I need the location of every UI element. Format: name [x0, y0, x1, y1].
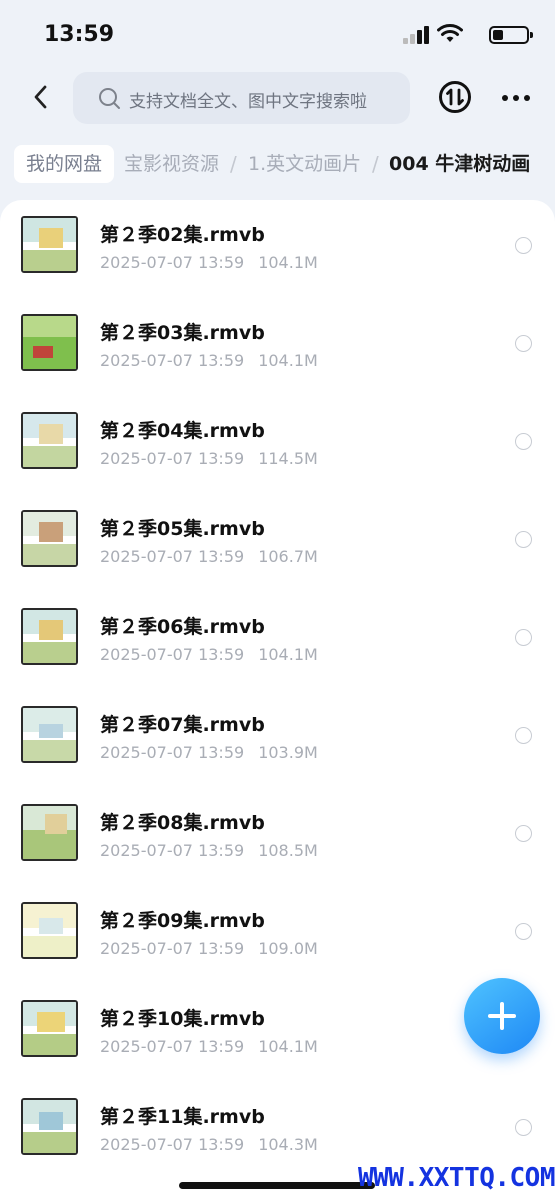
list-item[interactable]: 第２季06集.rmvb 2025-07-07 13:59 104.1M: [0, 592, 555, 690]
top-bar: 支持文档全文、图中文字搜索啦: [0, 70, 555, 126]
list-item[interactable]: 第２季05集.rmvb 2025-07-07 13:59 106.7M: [0, 494, 555, 592]
back-icon[interactable]: [26, 82, 56, 112]
video-thumbnail: [21, 510, 78, 567]
search-input[interactable]: 支持文档全文、图中文字搜索啦: [73, 72, 410, 124]
select-checkbox[interactable]: [515, 727, 532, 744]
file-date: 2025-07-07 13:59: [100, 1135, 245, 1154]
select-checkbox[interactable]: [515, 237, 532, 254]
search-icon: [99, 88, 120, 109]
file-name: 第２季07集.rmvb: [100, 714, 265, 736]
file-meta: 2025-07-07 13:59 104.1M: [100, 1037, 318, 1056]
file-date: 2025-07-07 13:59: [100, 645, 245, 664]
file-name: 第２季10集.rmvb: [100, 1008, 265, 1030]
status-time: 13:59: [44, 22, 115, 47]
breadcrumb-current: 004 牛津树动画: [389, 153, 531, 175]
file-size: 104.1M: [258, 351, 318, 370]
file-name: 第２季02集.rmvb: [100, 224, 265, 246]
video-thumbnail: [21, 608, 78, 665]
file-date: 2025-07-07 13:59: [100, 939, 245, 958]
video-thumbnail: [21, 314, 78, 371]
search-placeholder: 支持文档全文、图中文字搜索啦: [129, 92, 367, 112]
select-checkbox[interactable]: [515, 629, 532, 646]
breadcrumb-separator: /: [230, 152, 237, 176]
file-meta: 2025-07-07 13:59 103.9M: [100, 743, 318, 762]
breadcrumb-separator: /: [372, 152, 379, 176]
file-date: 2025-07-07 13:59: [100, 743, 245, 762]
file-size: 106.7M: [258, 547, 318, 566]
file-date: 2025-07-07 13:59: [100, 547, 245, 566]
file-name: 第２季08集.rmvb: [100, 812, 265, 834]
add-button[interactable]: [464, 978, 540, 1054]
video-thumbnail: [21, 804, 78, 861]
file-name: 第２季11集.rmvb: [100, 1106, 265, 1128]
file-meta: 2025-07-07 13:59 106.7M: [100, 547, 318, 566]
cellular-signal-icon: [403, 26, 429, 44]
file-name: 第２季03集.rmvb: [100, 322, 265, 344]
transfer-icon[interactable]: [438, 80, 472, 114]
file-meta: 2025-07-07 13:59 108.5M: [100, 841, 318, 860]
breadcrumb: 宝影视资源 / 1.英文动画片 / 004 牛津树动画 我的网盘: [0, 140, 555, 188]
file-date: 2025-07-07 13:59: [100, 351, 245, 370]
select-checkbox[interactable]: [515, 433, 532, 450]
battery-icon: [489, 26, 533, 44]
select-checkbox[interactable]: [515, 825, 532, 842]
breadcrumb-item[interactable]: 宝影视资源: [124, 145, 219, 183]
file-size: 104.3M: [258, 1135, 318, 1154]
file-date: 2025-07-07 13:59: [100, 841, 245, 860]
breadcrumb-item[interactable]: 1.英文动画片: [248, 145, 361, 183]
wifi-icon: [437, 24, 463, 42]
file-size: 108.5M: [258, 841, 318, 860]
file-size: 104.1M: [258, 253, 318, 272]
video-thumbnail: [21, 902, 78, 959]
file-meta: 2025-07-07 13:59 104.3M: [100, 1135, 318, 1154]
status-bar: 13:59: [0, 0, 555, 70]
list-item[interactable]: 第２季09集.rmvb 2025-07-07 13:59 109.0M: [0, 886, 555, 984]
video-thumbnail: [21, 1098, 78, 1155]
file-name: 第２季06集.rmvb: [100, 616, 265, 638]
video-thumbnail: [21, 1000, 78, 1057]
file-date: 2025-07-07 13:59: [100, 253, 245, 272]
list-item[interactable]: 第２季08集.rmvb 2025-07-07 13:59 108.5M: [0, 788, 555, 886]
select-checkbox[interactable]: [515, 1119, 532, 1136]
more-icon[interactable]: [500, 88, 532, 108]
file-size: 109.0M: [258, 939, 318, 958]
home-indicator[interactable]: [179, 1182, 375, 1189]
video-thumbnail: [21, 216, 78, 273]
list-item[interactable]: 第２季02集.rmvb 2025-07-07 13:59 104.1M: [0, 200, 555, 298]
file-size: 114.5M: [258, 449, 318, 468]
file-name: 第２季05集.rmvb: [100, 518, 265, 540]
list-item[interactable]: 第２季03集.rmvb 2025-07-07 13:59 104.1M: [0, 298, 555, 396]
file-size: 103.9M: [258, 743, 318, 762]
file-name: 第２季09集.rmvb: [100, 910, 265, 932]
file-size: 104.1M: [258, 1037, 318, 1056]
select-checkbox[interactable]: [515, 335, 532, 352]
file-meta: 2025-07-07 13:59 104.1M: [100, 645, 318, 664]
list-item[interactable]: 第２季07集.rmvb 2025-07-07 13:59 103.9M: [0, 690, 555, 788]
list-item[interactable]: 第２季04集.rmvb 2025-07-07 13:59 114.5M: [0, 396, 555, 494]
select-checkbox[interactable]: [515, 531, 532, 548]
file-date: 2025-07-07 13:59: [100, 449, 245, 468]
video-thumbnail: [21, 706, 78, 763]
file-meta: 2025-07-07 13:59 104.1M: [100, 351, 318, 370]
select-checkbox[interactable]: [515, 923, 532, 940]
file-list: 第２季02集.rmvb 2025-07-07 13:59 104.1M 第２季03…: [0, 200, 555, 1200]
file-name: 第２季04集.rmvb: [100, 420, 265, 442]
breadcrumb-root[interactable]: 我的网盘: [14, 145, 115, 183]
file-meta: 2025-07-07 13:59 109.0M: [100, 939, 318, 958]
file-meta: 2025-07-07 13:59 114.5M: [100, 449, 318, 468]
file-size: 104.1M: [258, 645, 318, 664]
watermark: WWW.XXTTQ.COM: [358, 1163, 555, 1193]
video-thumbnail: [21, 412, 78, 469]
file-meta: 2025-07-07 13:59 104.1M: [100, 253, 318, 272]
file-date: 2025-07-07 13:59: [100, 1037, 245, 1056]
